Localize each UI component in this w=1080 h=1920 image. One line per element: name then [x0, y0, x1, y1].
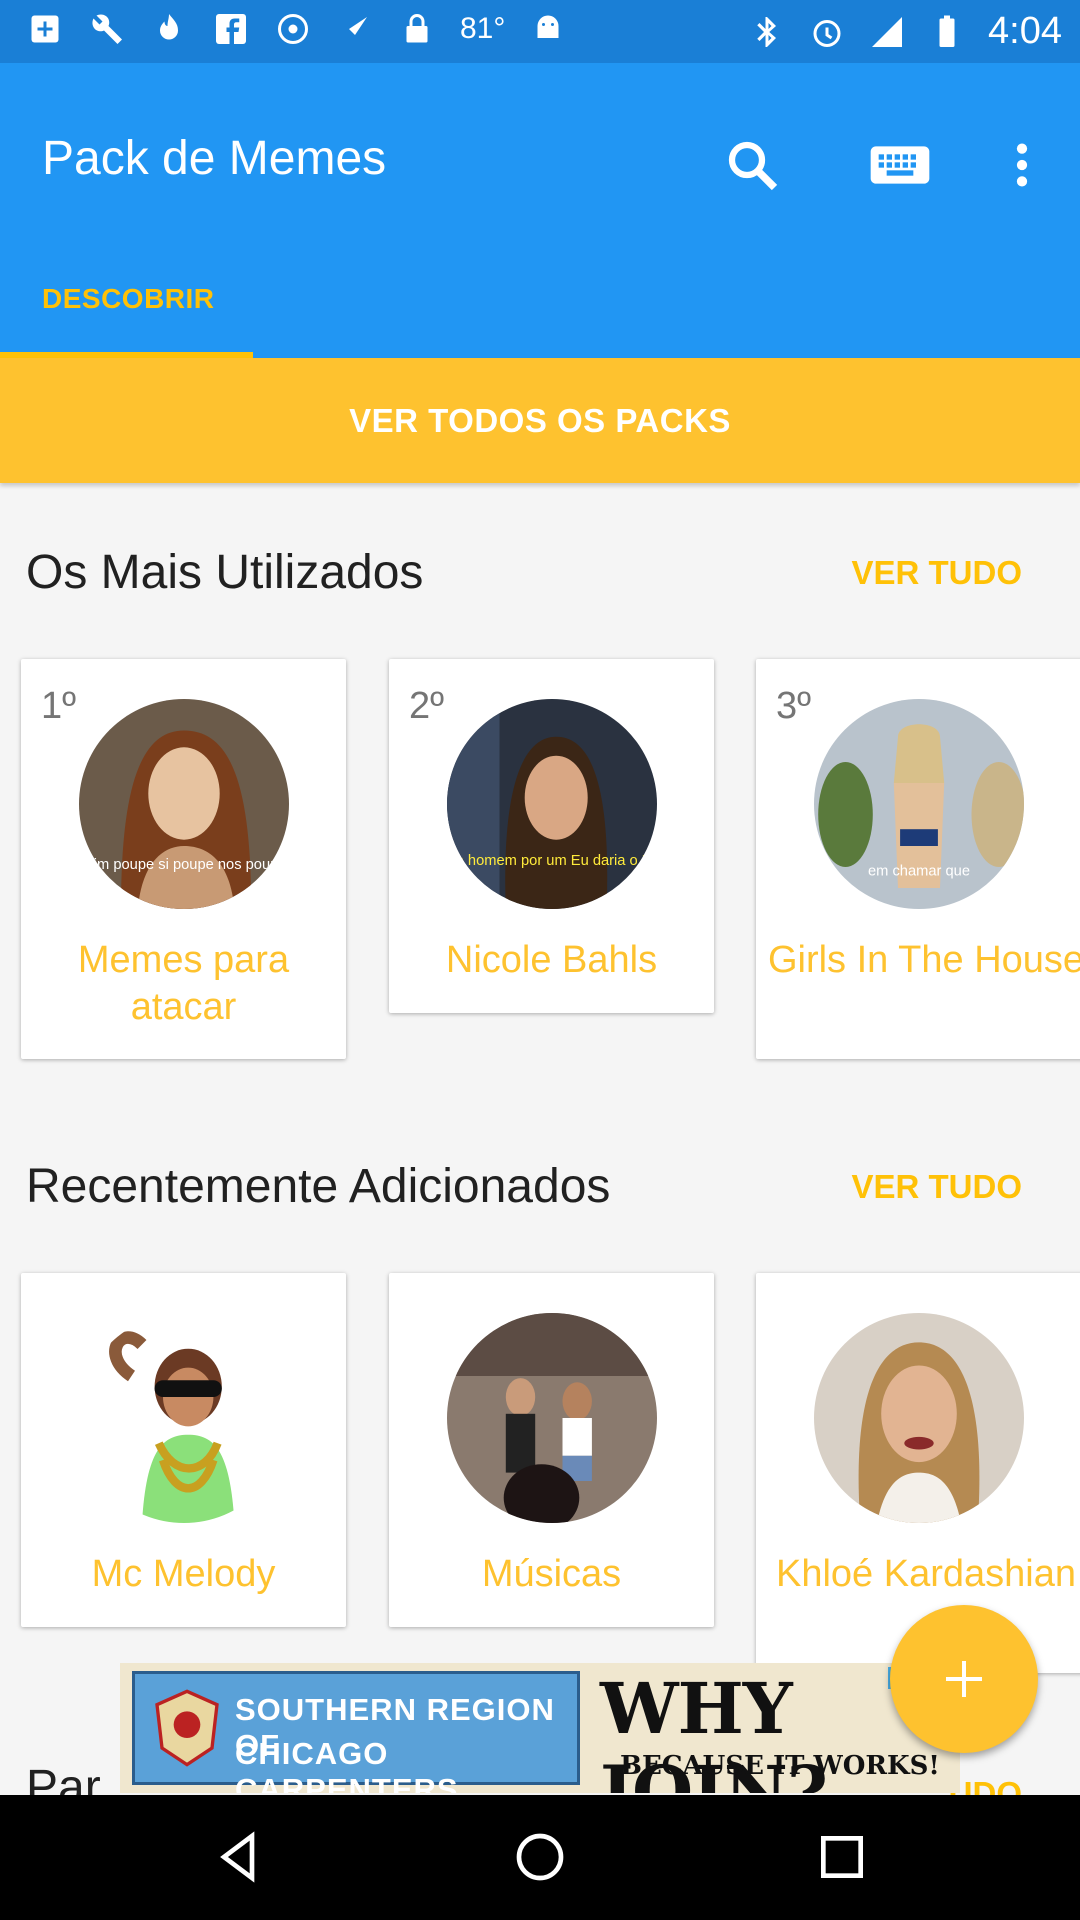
system-nav-bar	[0, 1795, 1080, 1920]
bluetooth-icon	[748, 13, 786, 51]
status-left-icons: 81°	[26, 10, 567, 48]
view-all-packs-label: VER TODOS OS PACKS	[349, 401, 731, 439]
flame-icon	[150, 10, 188, 48]
settings-dot-icon	[274, 10, 312, 48]
rank-label: 3º	[776, 685, 812, 727]
app-title: Pack de Memes	[42, 132, 387, 185]
see-all-recent-button[interactable]: VER TUDO	[851, 1168, 1022, 1206]
pack-avatar	[447, 1313, 657, 1523]
pack-card[interactable]: 3º em chamar que Girls In The House	[756, 659, 1080, 1059]
rank-label: 2º	[409, 685, 445, 727]
wrench-icon	[88, 10, 126, 48]
pack-avatar	[814, 1313, 1024, 1523]
alarm-icon	[808, 13, 846, 51]
pack-avatar: em chamar que	[814, 699, 1024, 909]
pack-card[interactable]: Músicas	[389, 1273, 714, 1627]
status-right-icons: 4:04	[748, 10, 1062, 53]
add-fab-button[interactable]	[890, 1605, 1038, 1753]
pack-label: Girls In The House	[767, 939, 1080, 981]
ad-left-panel: SOUTHERN REGION OF CHICAGO CARPENTERS	[132, 1671, 580, 1793]
clock-text: 4:04	[988, 10, 1062, 52]
tab-descobrir[interactable]: DESCOBRIR	[0, 263, 253, 358]
home-icon[interactable]	[510, 1827, 570, 1887]
app-toolbar: Pack de Memes DESCOBRIR	[0, 63, 1080, 358]
plus-icon	[946, 1661, 982, 1697]
pack-label: Memes para atacar	[77, 939, 290, 1028]
avatar-caption: mim poupe si poupe nos poupe	[82, 857, 287, 873]
back-icon[interactable]	[208, 1827, 268, 1887]
pack-card[interactable]: Khloé Kardashian	[756, 1273, 1080, 1673]
pack-label: Mc Melody	[91, 1553, 276, 1595]
lock-icon	[398, 10, 436, 48]
status-bar: 81° 4:04	[0, 0, 1080, 63]
pack-label: Nicole Bahls	[445, 939, 658, 981]
facebook-icon	[212, 10, 250, 48]
pack-avatar	[79, 1313, 289, 1523]
temperature-text: 81°	[460, 12, 506, 45]
view-all-packs-button[interactable]: VER TODOS OS PACKS	[0, 358, 1080, 483]
tab-label: DESCOBRIR	[42, 283, 215, 314]
android-icon	[529, 10, 567, 48]
search-icon[interactable]	[720, 133, 784, 197]
fake-gps-icon	[336, 10, 374, 48]
pack-card[interactable]: 1º mim poupe si poupe nos poupe Memes pa…	[21, 659, 346, 1059]
recents-icon[interactable]	[812, 1827, 872, 1887]
pack-avatar: mim poupe si poupe nos poupe	[79, 699, 289, 909]
section-title-recent: Recentemente Adicionados	[26, 1160, 611, 1213]
avatar-caption: fosse homem por um Eu daria o Eddy	[447, 853, 657, 869]
battery-icon	[928, 13, 966, 51]
see-all-most-used-button[interactable]: VER TUDO	[851, 554, 1022, 592]
ad-line2: CHICAGO CARPENTERS	[235, 1736, 459, 1793]
pack-card[interactable]: Mc Melody	[21, 1273, 346, 1627]
more-vert-icon[interactable]	[990, 133, 1054, 197]
pack-label: Khloé Kardashian	[776, 1553, 1076, 1595]
signal-icon	[868, 13, 906, 51]
ad-tagline: BECAUSE IT WORKS!	[620, 1751, 940, 1781]
union-logo-icon	[153, 1688, 221, 1768]
avatar-caption: em chamar que	[868, 863, 970, 879]
keyboard-icon[interactable]	[868, 133, 932, 197]
pack-card[interactable]: 2º fosse homem por um Eu daria o Eddy Ni…	[389, 659, 714, 1013]
medical-plus-icon	[26, 10, 64, 48]
pack-label: Músicas	[481, 1553, 622, 1595]
pack-avatar: fosse homem por um Eu daria o Eddy	[447, 699, 657, 909]
ad-banner[interactable]: SOUTHERN REGION OF CHICAGO CARPENTERS WH…	[120, 1663, 960, 1793]
section-title-most-used: Os Mais Utilizados	[26, 546, 424, 599]
rank-label: 1º	[41, 685, 77, 727]
